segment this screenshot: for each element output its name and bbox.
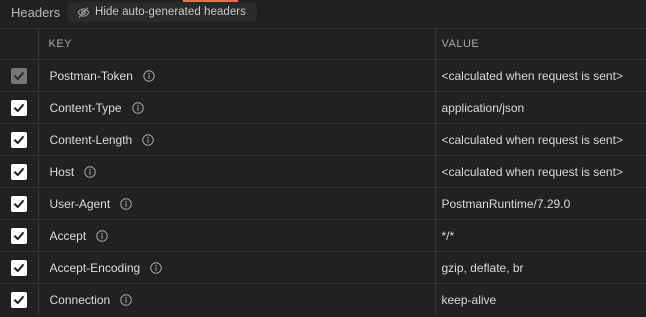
header-key: Content-Length [49, 132, 133, 147]
header-value: <calculated when request is sent> [435, 155, 646, 188]
checkmark-icon [13, 263, 24, 272]
checkbox-cell [0, 91, 39, 124]
header-checkbox-connection[interactable] [10, 291, 27, 308]
header-checkbox-accept-encoding[interactable] [10, 259, 27, 276]
hide-auto-generated-headers-label: Hide auto-generated headers [95, 6, 246, 18]
header-key: Connection [49, 292, 111, 307]
checkbox-cell [0, 187, 39, 220]
table-row: Connection keep-alive [0, 283, 646, 315]
checkbox-column-header [0, 28, 39, 60]
key-cell: Host [38, 155, 436, 188]
checkmark-icon [13, 103, 24, 112]
header-key: User-Agent [49, 196, 111, 211]
key-cell: Postman-Token [38, 59, 436, 92]
info-icon[interactable] [84, 166, 96, 178]
info-icon[interactable] [131, 102, 144, 114]
header-key: Accept-Encoding [49, 260, 141, 275]
key-cell: User-Agent [38, 187, 436, 220]
info-icon[interactable] [143, 70, 155, 82]
hide-auto-generated-headers-button[interactable]: Hide auto-generated headers [67, 2, 257, 22]
table-row: Host <calculated when request is sent> [0, 155, 646, 188]
header-value: application/json [435, 91, 646, 124]
table-header-row: KEY VALUE [0, 28, 646, 60]
header-value: <calculated when request is sent> [435, 123, 646, 156]
key-cell: Connection [38, 283, 436, 315]
eye-slash-icon [77, 6, 90, 18]
header-checkbox-host[interactable] [10, 163, 27, 180]
headers-panel: Headers Hide auto-generated headers KEY … [0, 0, 646, 317]
info-icon[interactable] [142, 134, 154, 146]
table-row: Accept-Encoding gzip, deflate, br [0, 251, 646, 284]
header-key: Host [49, 164, 75, 179]
headers-toolbar: Headers Hide auto-generated headers [0, 0, 646, 26]
header-checkbox-content-type[interactable] [10, 99, 27, 116]
headers-title: Headers [11, 5, 61, 20]
value-column-header: VALUE [435, 28, 646, 60]
table-row: User-Agent PostmanRuntime/7.29.0 [0, 187, 646, 220]
checkbox-cell [0, 59, 39, 92]
table-row: Content-Type application/json [0, 91, 646, 124]
header-value: <calculated when request is sent> [435, 59, 646, 92]
key-column-header: KEY [38, 28, 436, 60]
header-checkbox-postman-token [10, 67, 27, 84]
header-checkbox-accept[interactable] [10, 227, 27, 244]
checkbox-cell [0, 123, 39, 156]
table-row: Content-Length <calculated when request i… [0, 123, 646, 156]
checkmark-icon [13, 295, 24, 304]
header-key: Accept [49, 228, 87, 243]
info-icon[interactable] [120, 198, 132, 210]
checkbox-cell [0, 155, 39, 188]
info-icon[interactable] [120, 294, 132, 306]
info-icon[interactable] [96, 230, 108, 242]
checkmark-icon [13, 135, 24, 144]
table-row: Accept */* [0, 219, 646, 252]
checkmark-icon [13, 199, 24, 208]
table-row: Postman-Token <calculated when request is… [0, 59, 646, 92]
header-checkbox-user-agent[interactable] [10, 195, 27, 212]
header-key: Postman-Token [49, 68, 133, 83]
key-cell: Accept [38, 219, 436, 252]
active-indicator [183, 0, 238, 2]
header-key: Content-Type [49, 100, 122, 115]
headers-table: KEY VALUE Postman-Token <calculated when … [0, 28, 646, 315]
header-value: gzip, deflate, br [435, 251, 646, 284]
header-value: PostmanRuntime/7.29.0 [435, 187, 646, 220]
header-value: */* [435, 219, 646, 252]
checkmark-icon [13, 167, 24, 176]
checkmark-icon [13, 71, 24, 80]
checkbox-cell [0, 283, 39, 315]
header-value: keep-alive [435, 283, 646, 315]
checkmark-icon [13, 231, 24, 240]
checkbox-cell [0, 219, 39, 252]
key-cell: Accept-Encoding [38, 251, 436, 284]
headers-table-body: Postman-Token <calculated when request is… [0, 59, 646, 315]
key-cell: Content-Length [38, 123, 436, 156]
checkbox-cell [0, 251, 39, 284]
key-cell: Content-Type [38, 91, 436, 124]
header-checkbox-content-length[interactable] [10, 131, 27, 148]
info-icon[interactable] [150, 262, 162, 274]
